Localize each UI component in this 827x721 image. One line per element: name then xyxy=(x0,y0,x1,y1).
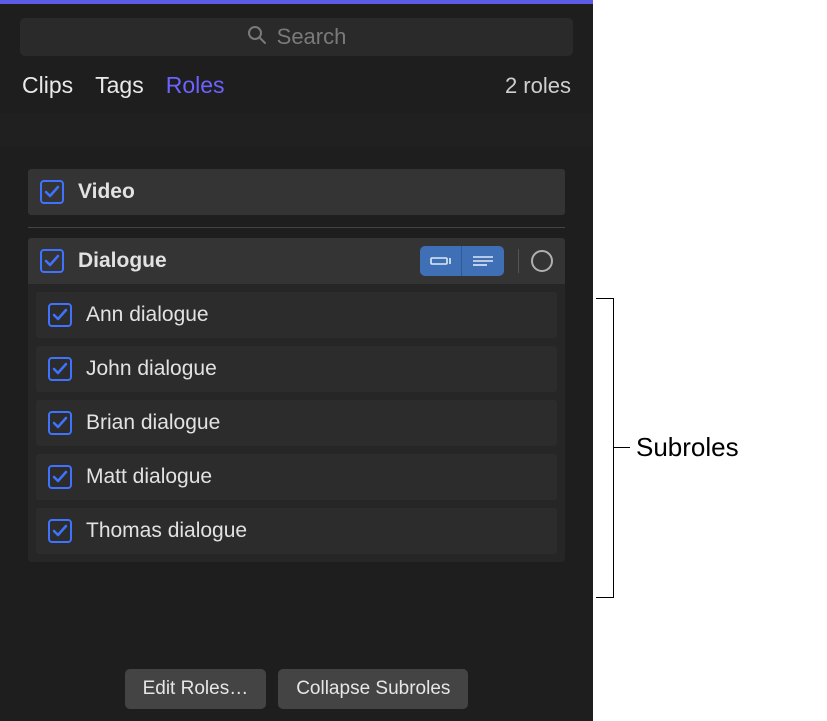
checkbox-subrole[interactable] xyxy=(48,411,72,435)
show-clip-strip-button[interactable] xyxy=(420,246,462,276)
search-field-wrap: Search xyxy=(20,18,573,56)
checkbox-dialogue[interactable] xyxy=(40,249,64,273)
solo-toggle[interactable] xyxy=(531,250,553,272)
subrole-row[interactable]: Matt dialogue xyxy=(36,454,557,500)
role-dialogue-label: Dialogue xyxy=(78,249,167,273)
search-icon xyxy=(247,25,267,50)
tab-roles[interactable]: Roles xyxy=(166,72,225,99)
subrole-label: Thomas dialogue xyxy=(86,519,247,543)
annotation-bracket xyxy=(596,298,614,598)
role-video-label: Video xyxy=(78,180,135,204)
tabs-row: Clips Tags Roles 2 roles xyxy=(0,56,593,113)
subrole-label: Matt dialogue xyxy=(86,465,212,489)
role-dialogue[interactable]: Dialogue xyxy=(28,238,565,284)
role-video-section: Video xyxy=(0,169,593,215)
subrole-label: Brian dialogue xyxy=(86,411,220,435)
annotation-subroles-label: Subroles xyxy=(636,432,739,463)
checkbox-subrole[interactable] xyxy=(48,303,72,327)
subrole-row[interactable]: Thomas dialogue xyxy=(36,508,557,554)
role-dialogue-tools xyxy=(420,246,553,276)
checkbox-subrole[interactable] xyxy=(48,357,72,381)
tab-clips[interactable]: Clips xyxy=(22,72,73,99)
edit-roles-button[interactable]: Edit Roles… xyxy=(125,669,267,709)
header-divider xyxy=(0,113,593,147)
subrole-label: John dialogue xyxy=(86,357,217,381)
subrole-row[interactable]: Ann dialogue xyxy=(36,292,557,338)
subrole-row[interactable]: John dialogue xyxy=(36,346,557,392)
checkbox-video[interactable] xyxy=(40,180,64,204)
collapse-subroles-button[interactable]: Collapse Subroles xyxy=(278,669,468,709)
subrole-label: Ann dialogue xyxy=(86,303,209,327)
tab-tags[interactable]: Tags xyxy=(95,72,144,99)
checkbox-subrole[interactable] xyxy=(48,519,72,543)
annotation-stem xyxy=(614,447,630,448)
search-placeholder: Search xyxy=(277,24,347,50)
role-dialogue-section: Dialogue Ann dialogue John dia xyxy=(28,238,565,562)
search-input[interactable]: Search xyxy=(20,18,573,56)
show-waveform-button[interactable] xyxy=(462,246,504,276)
section-separator xyxy=(28,227,565,228)
subrole-row[interactable]: Brian dialogue xyxy=(36,400,557,446)
roles-panel: Search Clips Tags Roles 2 roles Video Di… xyxy=(0,0,593,721)
checkbox-subrole[interactable] xyxy=(48,465,72,489)
bottom-bar: Edit Roles… Collapse Subroles xyxy=(0,669,593,709)
role-video[interactable]: Video xyxy=(28,169,565,215)
role-count: 2 roles xyxy=(505,73,571,99)
tool-separator xyxy=(518,249,519,273)
